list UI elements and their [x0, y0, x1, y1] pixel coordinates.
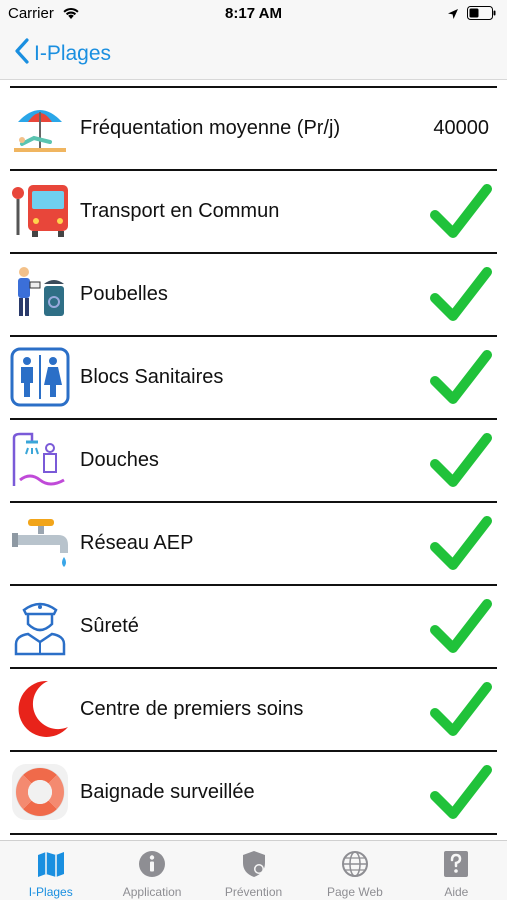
- row-label: Fréquentation moyenne (Pr/j): [80, 117, 341, 139]
- beach-umbrella-icon: [10, 98, 70, 158]
- tab-label: Page Web: [327, 885, 383, 899]
- checkmark-icon: [429, 264, 493, 324]
- chevron-left-icon: [14, 38, 30, 69]
- tab-label: I-Plages: [28, 885, 73, 899]
- tab-i-plages[interactable]: I-Plages: [0, 841, 101, 900]
- row-label: Transport en Commun: [80, 200, 280, 222]
- tab-aide[interactable]: Aide: [406, 841, 507, 900]
- back-label: I-Plages: [34, 41, 112, 65]
- list-item-frequentation: Fréquentation moyenne (Pr/j) 40000: [10, 88, 497, 171]
- info-icon: [137, 849, 167, 879]
- list-item-baignade-surveillee: Baignade surveillée: [10, 752, 497, 835]
- row-label: Centre de premiers soins: [80, 698, 304, 720]
- list-item-douches: Douches: [10, 420, 497, 503]
- checkmark-icon: [429, 513, 493, 573]
- trash-bin-icon: [10, 264, 70, 324]
- red-crescent-icon: [10, 679, 70, 739]
- checkmark-icon: [429, 596, 493, 656]
- row-label: Poubelles: [80, 283, 168, 305]
- tab-label: Prévention: [224, 885, 283, 899]
- navigation-bar: I-Plages: [0, 28, 507, 80]
- battery-icon: [467, 6, 497, 25]
- tab-label: Aide: [444, 885, 469, 899]
- row-label: Douches: [80, 449, 159, 471]
- tab-label: Application: [122, 885, 182, 899]
- shower-icon: [10, 430, 70, 490]
- checkmark-icon: [429, 347, 493, 407]
- row-label: Sûreté: [80, 615, 139, 637]
- row-value: 40000: [433, 117, 489, 139]
- location-arrow-icon: [447, 7, 459, 25]
- water-tap-icon: [10, 513, 70, 573]
- clock: 8:17 AM: [225, 5, 282, 22]
- globe-icon: [340, 849, 370, 879]
- row-label: Blocs Sanitaires: [80, 366, 224, 388]
- lifebuoy-icon: [10, 762, 70, 822]
- checkmark-icon: [429, 762, 493, 822]
- back-button[interactable]: I-Plages: [14, 38, 111, 69]
- police-officer-icon: [10, 596, 70, 656]
- tab-bar: I-Plages Application Prévention Page Web…: [0, 840, 507, 900]
- checkmark-icon: [429, 181, 493, 241]
- tab-prevention[interactable]: Prévention: [203, 841, 304, 900]
- help-icon: [441, 849, 471, 879]
- row-label: Réseau AEP: [80, 532, 194, 554]
- list-item-blocs-sanitaires: Blocs Sanitaires: [10, 337, 497, 420]
- bus-icon: [10, 181, 70, 241]
- tab-page-web[interactable]: Page Web: [304, 841, 405, 900]
- list-item-transport: Transport en Commun: [10, 171, 497, 254]
- checkmark-icon: [429, 430, 493, 490]
- list-item-poubelles: Poubelles: [10, 254, 497, 337]
- map-icon: [36, 849, 66, 879]
- restroom-icon: [10, 347, 70, 407]
- list-item-centre-premiers-soins: Centre de premiers soins: [10, 669, 497, 752]
- tab-application[interactable]: Application: [101, 841, 202, 900]
- list-item-reseau-aep: Réseau AEP: [10, 503, 497, 586]
- row-label: Baignade surveillée: [80, 781, 255, 803]
- shield-icon: [239, 849, 269, 879]
- list-item-surete: Sûreté: [10, 586, 497, 669]
- checkmark-icon: [429, 679, 493, 739]
- status-bar: Carrier 8:17 AM: [0, 0, 507, 28]
